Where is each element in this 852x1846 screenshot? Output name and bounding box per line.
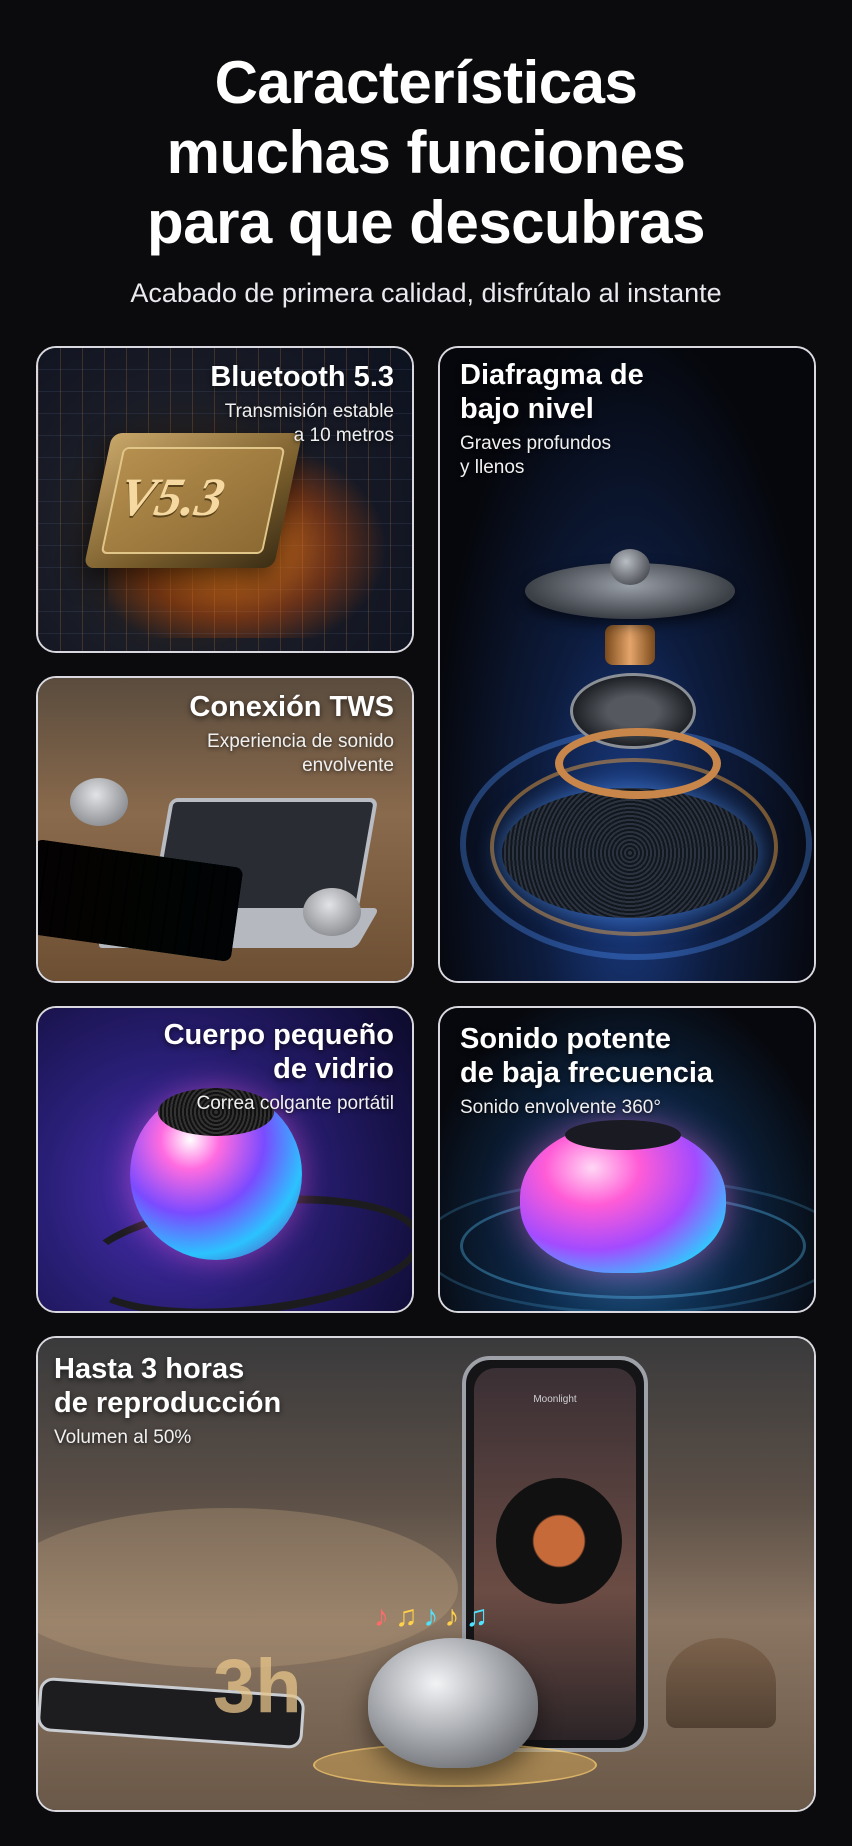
product-feature-page: Características muchas funciones para qu… xyxy=(0,0,852,1846)
title-line: muchas funciones xyxy=(166,119,686,186)
card-description: Experiencia de sonido envolvente xyxy=(207,731,394,776)
card-title: Cuerpo pequeño de vidrio xyxy=(163,1019,394,1085)
card-description: Correa colgante portátil xyxy=(196,1093,395,1114)
card-caption: Conexión TWS Experiencia de sonido envol… xyxy=(189,690,394,778)
music-note-icon: ♪ xyxy=(423,1600,445,1633)
decorative-object xyxy=(666,1638,776,1728)
card-description: Graves profundos y llenos xyxy=(460,433,612,478)
title-line: Características xyxy=(214,49,638,116)
card-caption: Bluetooth 5.3 Transmisión estable a 10 m… xyxy=(210,360,394,448)
music-note-icon: ♪ xyxy=(444,1600,466,1633)
song-title: Moonlight xyxy=(533,1394,577,1405)
music-note-icon: ♫ xyxy=(395,1600,424,1633)
card-description: Transmisión estable a 10 metros xyxy=(224,401,394,446)
exploded-driver-image xyxy=(525,549,735,799)
speaker-image xyxy=(303,888,361,936)
card-description: Volumen al 50% xyxy=(54,1427,192,1448)
card-title: Bluetooth 5.3 xyxy=(210,361,394,393)
playtime-badge: 3h xyxy=(213,1644,302,1729)
speaker-mesh-image xyxy=(502,788,758,918)
page-subtitle: Acabado de primera calidad, disfrútalo a… xyxy=(130,278,722,308)
album-art xyxy=(496,1478,622,1604)
feature-card-low-frequency: Sonido potente de baja frecuencia Sonido… xyxy=(438,1006,816,1313)
feature-card-glass-body: Cuerpo pequeño de vidrio Correa colgante… xyxy=(36,1006,414,1313)
music-notes: ♪♫♪♪♫ xyxy=(374,1600,494,1634)
chip-label: V5.3 xyxy=(113,467,230,527)
card-caption: Hasta 3 horas de reproducción Volumen al… xyxy=(54,1352,281,1450)
feature-card-diaphragm: Diafragma de bajo nivel Graves profundos… xyxy=(438,346,816,983)
silver-speaker-image xyxy=(368,1638,538,1768)
card-title: Conexión TWS xyxy=(189,691,394,723)
feature-card-playtime: Moonlight 3h ♪♫♪♪♫ Hasta 3 horas de repr… xyxy=(36,1336,816,1812)
feature-card-bluetooth: V5.3 Bluetooth 5.3 Transmisión estable a… xyxy=(36,346,414,653)
card-title: Hasta 3 horas de reproducción xyxy=(54,1353,282,1419)
card-title: Sonido potente de baja frecuencia xyxy=(460,1023,714,1089)
card-caption: Cuerpo pequeño de vidrio Correa colgante… xyxy=(164,1018,394,1116)
music-note-icon: ♫ xyxy=(465,1600,494,1633)
speaker-image xyxy=(70,778,128,826)
feature-card-tws: Conexión TWS Experiencia de sonido envol… xyxy=(36,676,414,983)
card-title: Diafragma de bajo nivel xyxy=(460,359,644,425)
hero-section: Características muchas funciones para qu… xyxy=(0,48,852,310)
card-caption: Diafragma de bajo nivel Graves profundos… xyxy=(460,358,644,480)
card-caption: Sonido potente de baja frecuencia Sonido… xyxy=(460,1022,713,1120)
page-title: Características muchas funciones para qu… xyxy=(0,48,852,258)
card-description: Sonido envolvente 360° xyxy=(460,1097,661,1118)
title-line: para que descubras xyxy=(147,189,705,256)
speaker-top xyxy=(565,1120,681,1150)
music-note-icon: ♪ xyxy=(374,1600,395,1633)
